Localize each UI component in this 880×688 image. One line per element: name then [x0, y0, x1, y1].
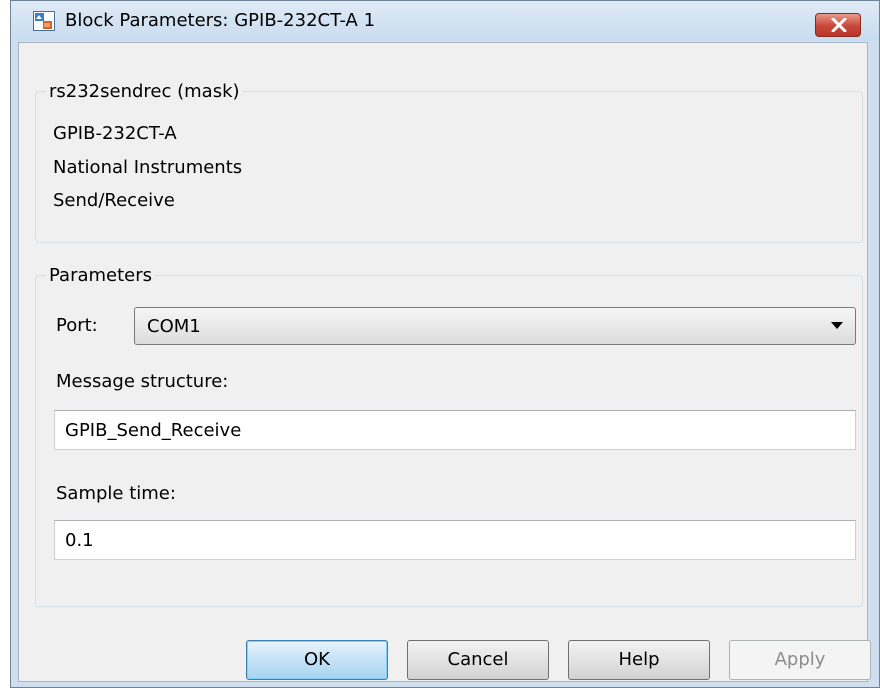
ok-button[interactable]: OK	[246, 640, 388, 680]
chevron-down-icon	[831, 322, 843, 329]
mask-description-function: Send/Receive	[53, 190, 175, 211]
dialog-body: rs232sendrec (mask) GPIB-232CT-A Nationa…	[18, 42, 871, 682]
mask-description-vendor: National Instruments	[53, 157, 243, 178]
apply-button[interactable]: Apply	[729, 640, 871, 680]
mask-description-model: GPIB-232CT-A	[53, 123, 177, 144]
close-icon	[831, 18, 847, 32]
window-title: Block Parameters: GPIB-232CT-A 1	[65, 10, 376, 31]
mask-legend: rs232sendrec (mask)	[49, 81, 240, 102]
title-bar[interactable]: Block Parameters: GPIB-232CT-A 1	[11, 1, 879, 41]
simulink-block-icon	[33, 11, 55, 31]
sample-time-input[interactable]	[54, 520, 856, 560]
cancel-button[interactable]: Cancel	[407, 640, 549, 680]
port-select[interactable]: COM1	[134, 307, 856, 345]
message-structure-input[interactable]	[54, 410, 856, 450]
close-button[interactable]	[815, 13, 861, 37]
parameters-legend: Parameters	[49, 265, 153, 286]
port-label: Port:	[56, 315, 98, 336]
help-button[interactable]: Help	[568, 640, 710, 680]
sample-time-label: Sample time:	[56, 483, 176, 504]
dialog-window: Block Parameters: GPIB-232CT-A 1 rs232se…	[10, 0, 880, 688]
message-structure-label: Message structure:	[56, 371, 229, 392]
port-select-value: COM1	[147, 316, 201, 337]
